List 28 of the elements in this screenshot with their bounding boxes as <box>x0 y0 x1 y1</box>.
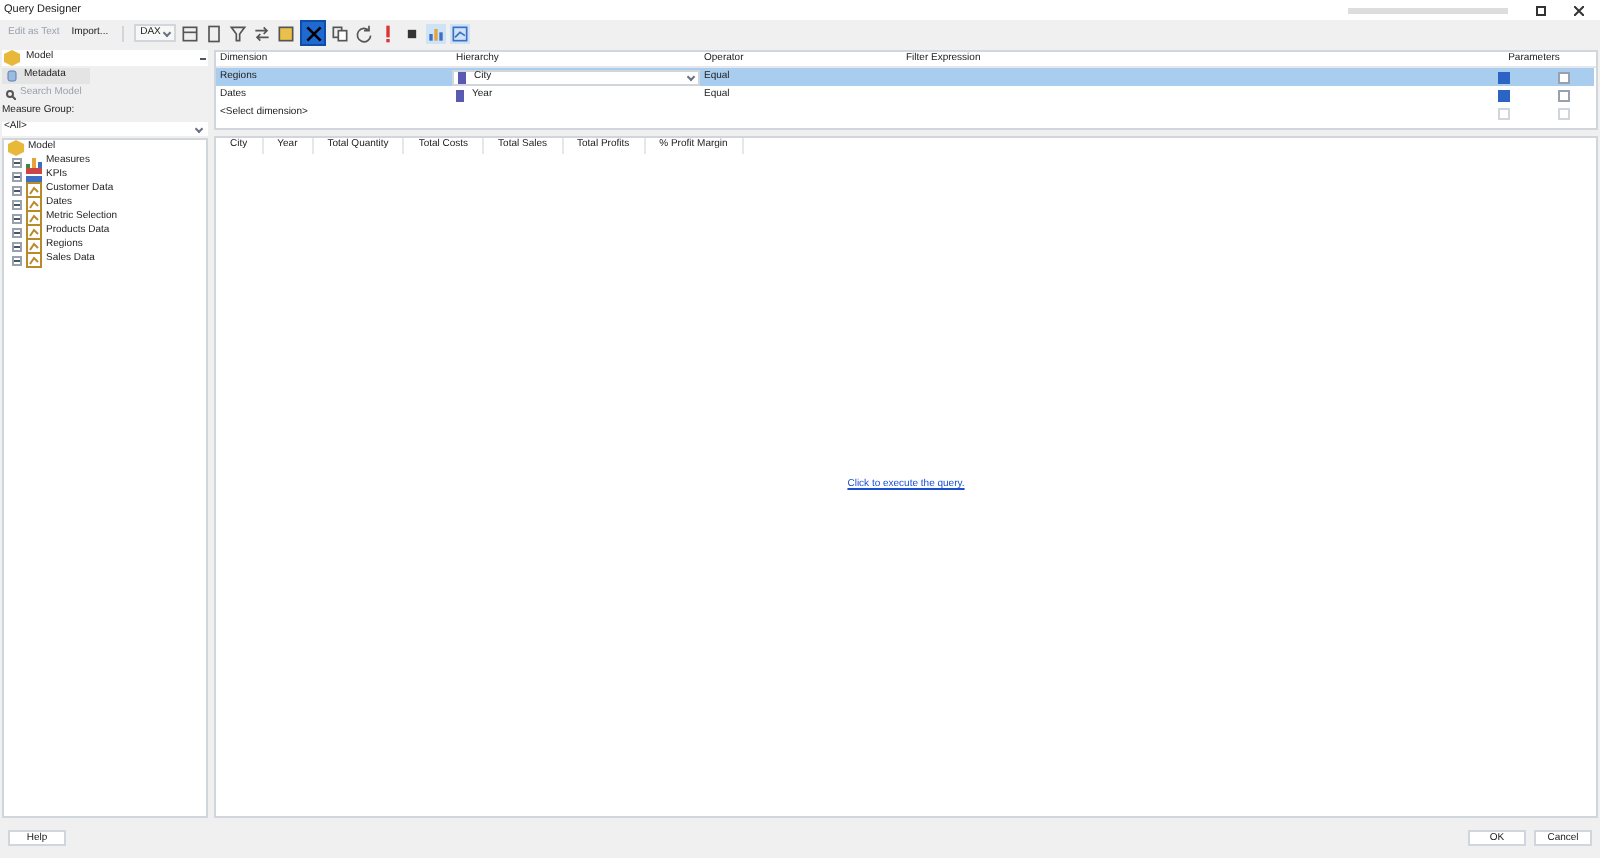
swap-icon <box>252 23 273 43</box>
toolbar-button[interactable] <box>180 23 201 43</box>
filter-icon <box>228 23 249 43</box>
restore-icon[interactable] <box>1536 5 1546 15</box>
checkbox[interactable] <box>1558 71 1570 83</box>
checkbox[interactable] <box>1558 89 1570 101</box>
checkbox[interactable] <box>1498 71 1510 83</box>
cylinder-icon <box>6 70 18 82</box>
toolbar-button[interactable] <box>300 20 327 46</box>
caret-icon <box>194 123 204 133</box>
toolbar-button[interactable] <box>228 23 249 43</box>
refresh-icon <box>354 23 375 43</box>
copy-icon <box>330 23 351 43</box>
toolbar-button[interactable] <box>204 23 225 43</box>
page-icon <box>204 23 225 43</box>
cube-icon <box>8 140 24 156</box>
chart-icon <box>426 23 447 43</box>
search-icon <box>6 89 16 99</box>
caret-icon <box>686 72 696 82</box>
toolbar-button[interactable] <box>330 23 351 43</box>
toolbar-button[interactable] <box>354 23 375 43</box>
delete-icon <box>303 23 324 43</box>
checkbox[interactable] <box>1498 89 1510 101</box>
chart2-icon <box>450 23 471 43</box>
toolbar-button[interactable] <box>252 23 273 43</box>
table-icon <box>180 23 201 43</box>
close-icon[interactable] <box>1574 5 1584 15</box>
caret-icon <box>163 28 172 38</box>
